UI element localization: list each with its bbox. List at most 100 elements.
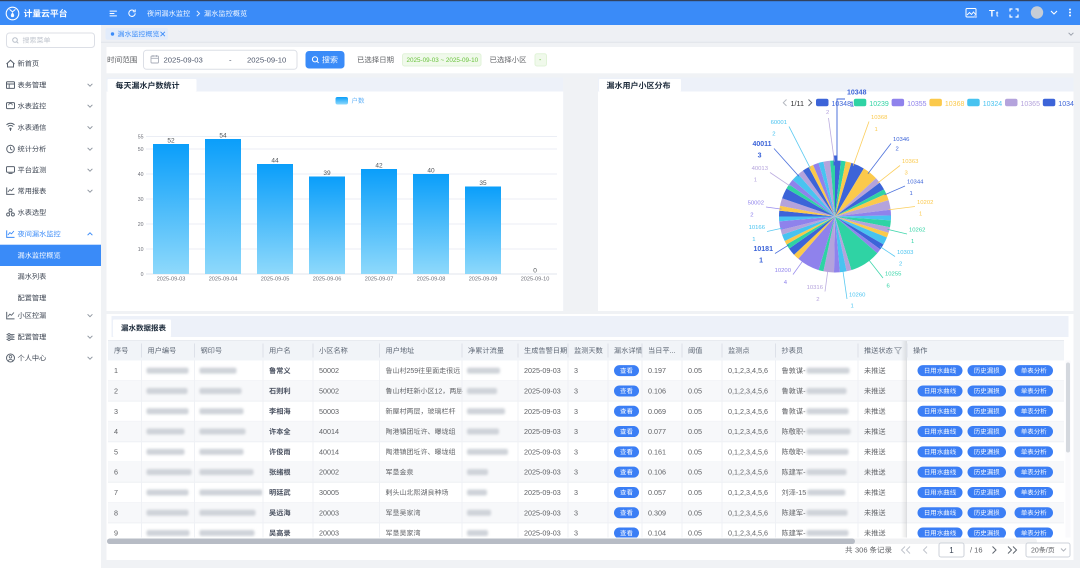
svg-text:40014: 40014 [319, 447, 339, 456]
svg-text:0.104: 0.104 [648, 529, 666, 538]
svg-text:2025-09-03: 2025-09-03 [524, 366, 561, 375]
svg-text:2025-09-04: 2025-09-04 [209, 276, 238, 282]
svg-text:2025-09-03: 2025-09-03 [524, 407, 561, 416]
svg-text:1: 1 [919, 212, 922, 218]
svg-text:1: 1 [910, 191, 913, 197]
svg-text:10303: 10303 [897, 250, 914, 256]
svg-text:10365: 10365 [1021, 101, 1041, 108]
svg-text:1: 1 [752, 237, 755, 243]
svg-text:10262: 10262 [909, 228, 925, 234]
svg-text:40011: 40011 [753, 141, 772, 148]
svg-text:1034: 1034 [1058, 101, 1074, 108]
svg-text:2: 2 [114, 387, 118, 396]
svg-text:0.05: 0.05 [688, 468, 702, 477]
svg-text:3: 3 [574, 427, 578, 436]
svg-text:0,1,2,3,4,5,6: 0,1,2,3,4,5,6 [728, 407, 768, 416]
svg-text:0,1,2,3,4,5,6: 0,1,2,3,4,5,6 [728, 427, 768, 436]
svg-text:20: 20 [1031, 548, 1039, 555]
svg-text:40: 40 [138, 172, 144, 178]
svg-text:0.106: 0.106 [648, 387, 666, 396]
svg-text:0,1,2,3,4,5,6: 0,1,2,3,4,5,6 [728, 508, 768, 517]
svg-text:1: 1 [949, 546, 954, 555]
svg-text:50002: 50002 [319, 387, 339, 396]
svg-text:2: 2 [750, 213, 753, 219]
svg-text:3: 3 [114, 407, 118, 416]
svg-text:0.05: 0.05 [688, 529, 702, 538]
svg-text:3: 3 [758, 153, 762, 160]
svg-text:2: 2 [772, 132, 775, 138]
svg-text:10166: 10166 [749, 225, 766, 231]
svg-text:2025-09-03: 2025-09-03 [524, 427, 561, 436]
svg-text:0,1,2,3,4,5,6: 0,1,2,3,4,5,6 [728, 447, 768, 456]
svg-text:10348: 10348 [847, 90, 867, 97]
svg-text:5: 5 [114, 447, 118, 456]
svg-text:0.05: 0.05 [688, 387, 702, 396]
svg-text:0: 0 [533, 268, 537, 275]
svg-text:-15: -15 [796, 488, 806, 497]
svg-text:1/11: 1/11 [791, 99, 804, 108]
svg-text:0.161: 0.161 [648, 447, 666, 456]
svg-text:20003: 20003 [319, 529, 339, 538]
svg-text:0,1,2,3,4,5,6: 0,1,2,3,4,5,6 [728, 387, 768, 396]
svg-text:3: 3 [574, 468, 578, 477]
svg-text:0.05: 0.05 [688, 447, 702, 456]
svg-text:3: 3 [574, 366, 578, 375]
svg-text:55: 55 [138, 135, 144, 141]
svg-text:0,1,2,3,4,5,6: 0,1,2,3,4,5,6 [728, 529, 768, 538]
svg-text:1: 1 [851, 304, 854, 310]
svg-text:10200: 10200 [775, 268, 792, 274]
svg-text:42: 42 [375, 163, 383, 170]
svg-text:3: 3 [574, 387, 578, 396]
svg-text:10348: 10348 [832, 101, 852, 108]
svg-text:39: 39 [323, 170, 331, 177]
svg-text:0.05: 0.05 [688, 407, 702, 416]
svg-text:0,1,2,3,4,5,6: 0,1,2,3,4,5,6 [728, 468, 768, 477]
svg-text:35: 35 [479, 180, 487, 187]
svg-text:0.106: 0.106 [648, 468, 666, 477]
svg-text:10181: 10181 [754, 246, 774, 253]
svg-text:10363: 10363 [902, 159, 919, 165]
svg-text:0.05: 0.05 [688, 366, 702, 375]
svg-text:10: 10 [138, 247, 144, 253]
svg-text:2: 2 [816, 297, 819, 303]
svg-text:10239: 10239 [869, 101, 889, 108]
svg-text:2: 2 [826, 110, 829, 116]
svg-text:8: 8 [114, 508, 118, 517]
svg-text:10202: 10202 [917, 200, 933, 206]
svg-text:2025-09-10: 2025-09-10 [521, 276, 550, 282]
svg-text:2025-09-03: 2025-09-03 [524, 508, 561, 517]
svg-text:52: 52 [167, 138, 175, 145]
svg-text:/ 16: / 16 [970, 546, 983, 555]
svg-text:2025-09-03: 2025-09-03 [524, 447, 561, 456]
svg-text:2025-09-03: 2025-09-03 [524, 488, 561, 497]
svg-text:0.05: 0.05 [688, 488, 702, 497]
svg-text:0: 0 [141, 272, 144, 278]
svg-text:10324: 10324 [983, 101, 1003, 108]
svg-text:40014: 40014 [319, 427, 339, 436]
svg-text:259: 259 [407, 368, 419, 375]
svg-text:7: 7 [114, 488, 118, 497]
svg-text:1: 1 [114, 366, 118, 375]
svg-text:2: 2 [899, 262, 902, 268]
svg-text:3: 3 [574, 508, 578, 517]
svg-text:30005: 30005 [319, 488, 339, 497]
svg-text:2025-09-09: 2025-09-09 [469, 276, 498, 282]
svg-text:1: 1 [875, 127, 878, 133]
svg-text:2025-09-03: 2025-09-03 [524, 387, 561, 396]
svg-text:50003: 50003 [319, 407, 339, 416]
svg-text:1: 1 [754, 178, 757, 184]
svg-text:9: 9 [114, 529, 118, 538]
svg-text:10368: 10368 [945, 101, 965, 108]
svg-text:2025-09-03: 2025-09-03 [524, 529, 561, 538]
svg-text:6: 6 [114, 468, 118, 477]
svg-text:0.05: 0.05 [688, 427, 702, 436]
svg-text:40013: 40013 [752, 166, 769, 172]
svg-text:0,1,2,3,4,5,6: 0,1,2,3,4,5,6 [728, 488, 768, 497]
svg-text:2025-09-03: 2025-09-03 [524, 468, 561, 477]
svg-text:1: 1 [759, 258, 763, 265]
svg-text:2025-09-07: 2025-09-07 [365, 276, 394, 282]
svg-text:0.05: 0.05 [688, 508, 702, 517]
svg-text:50002: 50002 [319, 366, 339, 375]
svg-text:...: ... [670, 346, 676, 355]
svg-text:3: 3 [574, 407, 578, 416]
